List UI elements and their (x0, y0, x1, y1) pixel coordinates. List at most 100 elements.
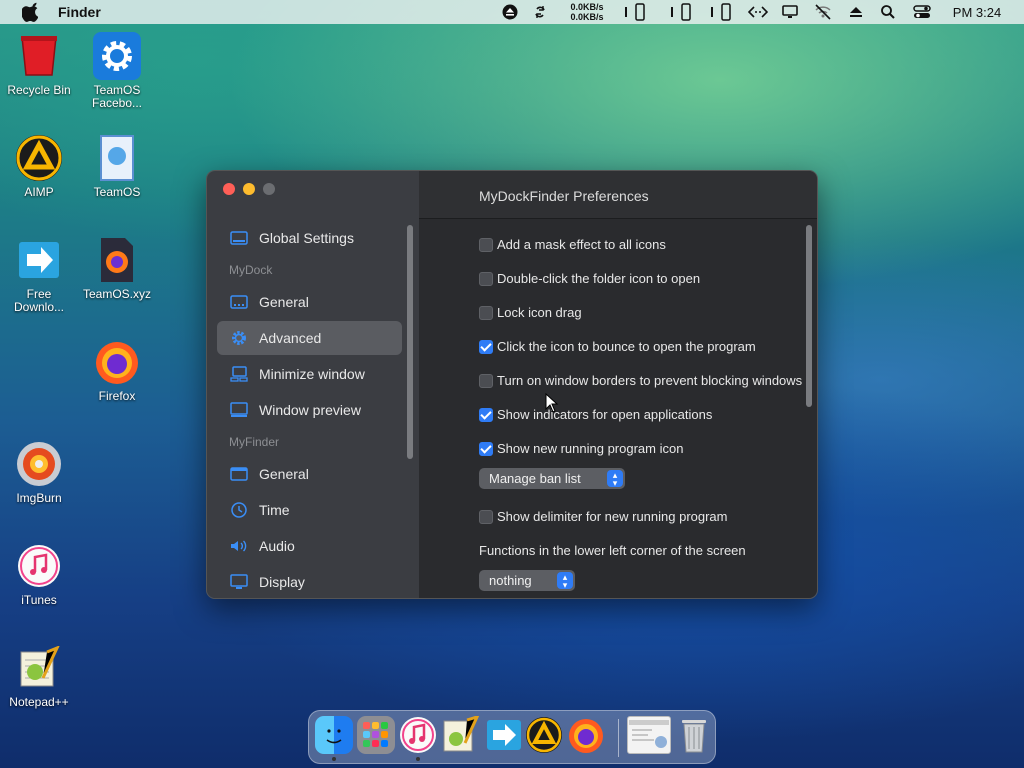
checkbox[interactable] (479, 237, 493, 252)
desktop-icon-imgburn[interactable]: ImgBurn (0, 440, 78, 505)
apple-icon[interactable] (22, 2, 38, 22)
desktop-icon-teamos[interactable]: TeamOS (78, 134, 156, 199)
option-show-indicators[interactable]: Show indicators for open applications (479, 407, 712, 422)
desktop-icon-label: TeamOS.xyz (82, 287, 151, 301)
phone-icon[interactable] (668, 0, 696, 24)
option-label: Show new running program icon (497, 441, 684, 456)
sidebar-item-advanced[interactable]: Advanced (217, 321, 402, 355)
close-button[interactable] (223, 183, 235, 195)
clock[interactable]: PM 3:24 (944, 0, 1010, 24)
wifi-off-icon[interactable] (812, 0, 834, 24)
menubar-icon (229, 466, 249, 482)
download-arrow-icon[interactable] (485, 716, 523, 754)
sidebar-item-label: General (259, 294, 309, 310)
desktop-icon-firefox[interactable]: Firefox (78, 338, 156, 403)
desktop-icon-label: Free Downlo... (13, 287, 65, 314)
control-center-icon[interactable] (910, 0, 934, 24)
notepad-icon (15, 644, 63, 692)
corner-function-label: Functions in the lower left corner of th… (479, 543, 746, 558)
title-bar: MyDockFinder Preferences (419, 171, 817, 219)
sidebar-item-label: Display (259, 574, 305, 590)
desktop-icon-notepad[interactable]: Notepad++ (0, 644, 78, 709)
app-name[interactable]: Finder (58, 4, 101, 20)
option-bounce-to-open[interactable]: Click the icon to bounce to open the pro… (479, 339, 756, 354)
checkbox[interactable] (479, 271, 493, 286)
desktop-icon-aimp[interactable]: AIMP (0, 134, 78, 199)
document-icon (93, 134, 141, 182)
checkbox-checked[interactable] (479, 441, 493, 456)
desktop-icon-label: Notepad++ (9, 695, 69, 709)
sidebar-item-label: Window preview (259, 402, 361, 418)
recycle-bin-icon (15, 32, 63, 80)
sidebar-scrollbar[interactable] (407, 225, 413, 459)
phone-icon[interactable] (708, 0, 736, 24)
option-new-running-icon[interactable]: Show new running program icon (479, 441, 683, 456)
display-icon (229, 574, 249, 590)
clock-icon (229, 502, 249, 518)
checkbox[interactable] (479, 305, 493, 320)
chevron-updown-icon: ▴ ▾ (557, 572, 573, 590)
itunes-icon[interactable] (399, 716, 437, 754)
sidebar-item-myfinder-general[interactable]: General (217, 457, 402, 491)
notepad-icon[interactable] (441, 716, 479, 754)
sidebar: Global Settings MyDock General Advanced … (207, 171, 419, 598)
sidebar-item-global-settings[interactable]: Global Settings (217, 221, 402, 255)
aimp-icon[interactable] (525, 716, 563, 754)
desktop-icon-free-download[interactable]: Free Downlo... (0, 236, 78, 314)
chevron-updown-icon: ▴ ▾ (607, 470, 623, 488)
sidebar-item-display[interactable]: Display (217, 565, 402, 598)
desktop-icon-teamos-xyz[interactable]: TeamOS.xyz (78, 236, 156, 301)
option-double-click-folder[interactable]: Double-click the folder icon to open (479, 271, 700, 286)
main-scrollbar[interactable] (806, 225, 812, 407)
option-lock-icon-drag[interactable]: Lock icon drag (479, 305, 582, 320)
desktop-icon-itunes[interactable]: iTunes (0, 542, 78, 607)
sidebar-item-minimize-window[interactable]: Minimize window (217, 357, 402, 391)
manage-ban-list-button[interactable]: Manage ban list ▴ ▾ (479, 468, 625, 489)
firefox-icon[interactable] (567, 716, 605, 754)
trash-icon[interactable] (675, 716, 713, 754)
option-label: Lock icon drag (497, 305, 582, 320)
phone-icon[interactable] (622, 0, 650, 24)
option-label: Click the icon to bounce to open the pro… (497, 339, 756, 354)
desktop-icon-label: Recycle Bin (7, 83, 71, 97)
checkbox[interactable] (479, 509, 493, 524)
aimp-icon (15, 134, 63, 182)
sidebar-item-window-preview[interactable]: Window preview (217, 393, 402, 427)
corner-function-select[interactable]: nothing ▴ ▾ (479, 570, 575, 591)
search-icon[interactable] (878, 0, 898, 24)
finder-icon[interactable] (315, 716, 353, 754)
checkbox-checked[interactable] (479, 339, 493, 354)
desktop-icon-label: TeamOS (93, 185, 141, 199)
monitor-icon[interactable] (780, 0, 800, 24)
minimize-window-icon (229, 366, 249, 382)
sidebar-section-myfinder: MyFinder (229, 435, 280, 449)
cursor-icon (545, 393, 559, 413)
option-show-delimiter[interactable]: Show delimiter for new running program (479, 509, 728, 524)
sidebar-item-label: Advanced (259, 330, 322, 346)
checkbox-checked[interactable] (479, 407, 493, 422)
sidebar-item-time[interactable]: Time (217, 493, 402, 527)
sidebar-item-audio[interactable]: Audio (217, 529, 402, 563)
sidebar-item-label: Time (259, 502, 290, 518)
sidebar-item-label: Minimize window (259, 366, 365, 382)
refresh-icon[interactable] (530, 0, 550, 24)
option-label: Add a mask effect to all icons (497, 237, 666, 252)
minimize-button[interactable] (243, 183, 255, 195)
window-title: MyDockFinder Preferences (479, 188, 649, 204)
option-mask-effect[interactable]: Add a mask effect to all icons (479, 237, 666, 252)
dock-separator (618, 719, 619, 757)
option-window-borders[interactable]: Turn on window borders to prevent blocki… (479, 373, 802, 388)
eject-circle-icon[interactable] (500, 0, 520, 24)
launchpad-icon[interactable] (357, 716, 395, 754)
code-arrows-icon[interactable] (746, 0, 770, 24)
eject-icon[interactable] (846, 0, 866, 24)
checkbox[interactable] (479, 373, 493, 388)
desktop-icon-recycle-bin[interactable]: Recycle Bin (0, 32, 78, 97)
desktop-icon-label: Firefox (98, 389, 136, 403)
sidebar-item-mydock-general[interactable]: General (217, 285, 402, 319)
sidebar-item-label: Global Settings (259, 230, 354, 246)
desktop-icon-teamos-facebook[interactable]: TeamOS Facebo... (78, 32, 156, 110)
zoom-button[interactable] (263, 183, 275, 195)
window-thumbnail-icon[interactable] (627, 716, 671, 754)
network-speed: 0.0KB/s 0.0KB/s (566, 0, 608, 24)
